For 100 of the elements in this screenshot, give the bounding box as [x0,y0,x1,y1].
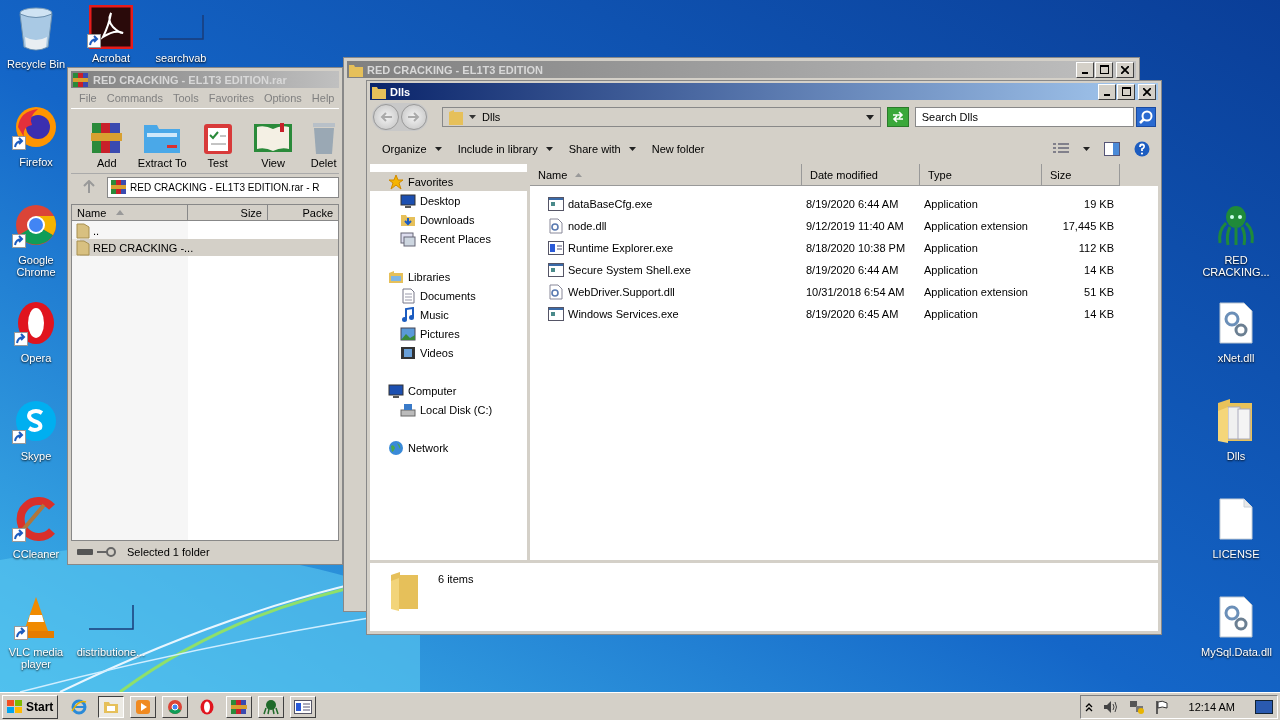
nav-item[interactable]: Local Disk (C:) [370,400,527,419]
chevron-up-icon[interactable] [1084,701,1093,712]
minimize-icon [1104,93,1110,96]
close-button[interactable] [1138,83,1156,100]
toolbar-button[interactable]: Include in library [449,139,561,159]
checklist-icon [202,121,233,155]
globe-icon [388,439,404,456]
desktop-icon-label[interactable]: RED CRACKING... [1201,254,1271,278]
file-name[interactable]: Runtime Explorer.exe [568,242,674,254]
clock[interactable]: 12:14 AM [1188,700,1235,713]
document-icon [400,287,416,304]
column-header[interactable]: Date modified [802,164,920,186]
file-name[interactable]: WebDriver.Support.dll [568,286,675,298]
monitor-icon [400,192,416,209]
left-arrow-icon [380,112,392,122]
address-field[interactable]: RED CRACKING - EL1T3 EDITION.rar - R [107,176,339,198]
show-desktop-icon[interactable] [1255,699,1273,714]
nav-item[interactable]: Documents [370,286,527,305]
search-button[interactable] [1136,107,1156,127]
status-text: Selected 1 folder [127,546,210,558]
key-icon [97,547,117,557]
book-icon [253,121,294,155]
blank-icon [87,604,135,630]
address-field[interactable]: Dlls [442,107,881,127]
view-options-icon[interactable] [1053,143,1069,155]
desktop-icon-label[interactable]: Opera [20,352,52,364]
column-header[interactable]: Type [920,164,1042,186]
toolbar-button[interactable]: Organize [374,139,450,159]
toolbar-button[interactable]: Test [189,121,246,169]
folder-icon [449,109,463,125]
toolbar-button[interactable]: Share with [560,139,644,159]
desktop-icon-label[interactable]: Recycle Bin [6,58,66,70]
file-name[interactable]: Secure System Shell.exe [568,264,691,276]
gear-file-icon [1219,596,1253,638]
taskbar-button[interactable] [98,695,125,718]
star-icon [388,173,404,190]
caret-icon[interactable] [1083,147,1090,151]
help-icon[interactable] [1134,141,1150,157]
skype-icon [14,399,58,443]
start-button[interactable]: Start [2,694,59,719]
desktop-icon-label[interactable]: Google Chrome [1,254,71,278]
maximize-icon [1099,65,1109,74]
recycle-bin-icon [18,7,54,51]
app-window-icon [548,240,564,256]
music-note-icon [400,306,416,323]
desktop-icon-label[interactable]: MySql.Data.dll [1201,646,1271,658]
window-title: RED CRACKING - EL1T3 EDITION [367,63,543,76]
folder-icon [76,239,90,256]
nav-item[interactable]: Downloads [370,210,527,229]
item-count: 6 items [438,573,474,585]
nav-item[interactable]: Favorites [370,172,527,191]
file-row[interactable]: RED CRACKING -... [72,239,338,256]
refresh-icon [890,111,905,123]
preview-pane-icon[interactable] [1104,142,1120,156]
toolbar-button[interactable]: Add [79,121,135,169]
nav-item[interactable]: Computer [370,381,527,400]
dropdown-arrow-icon[interactable] [865,114,874,120]
drive-icon [77,549,93,555]
play-icon [135,698,152,715]
nav-item[interactable]: Libraries [370,267,527,286]
column-header[interactable]: Size [1042,164,1120,186]
desktop-icon-label[interactable]: Firefox [19,156,53,168]
toolbar-button[interactable]: View [245,121,301,169]
toolbar-button[interactable]: Delet [300,121,339,169]
desktop-icon-label[interactable]: xNet.dll [1217,352,1255,364]
maximize-button[interactable] [1117,83,1135,100]
books-icon [230,698,249,715]
library-icon [388,268,404,285]
search-icon [1139,110,1154,124]
minimize-button[interactable] [1098,83,1116,100]
speaker-icon[interactable] [1102,699,1119,714]
desktop-icon-label[interactable]: Dlls [1226,450,1246,462]
size-cell: 51 KB [1084,286,1114,298]
flag-icon[interactable] [1154,699,1169,714]
nav-item[interactable]: Pictures [370,324,527,343]
desktop-icon-label[interactable]: searchvab [155,52,207,64]
nav-item[interactable]: Videos [370,343,527,362]
date-cell: 8/19/2020 6:44 AM [806,198,899,210]
refresh-button[interactable] [886,107,909,127]
file-name[interactable]: dataBaseCfg.exe [568,198,653,210]
network-icon[interactable] [1128,699,1145,714]
column-header[interactable]: Name [530,164,802,186]
file-row[interactable]: .. [72,222,338,239]
type-cell: Application extension [924,220,1028,232]
file-name[interactable]: Windows Services.exe [568,308,679,320]
nav-item[interactable]: Network [370,438,527,457]
maximize-icon [1121,87,1131,96]
toolbar-button[interactable]: New folder [643,139,713,159]
desktop-icon-label[interactable]: LICENSE [1212,548,1260,560]
file-name[interactable]: node.dll [568,220,607,232]
nav-item[interactable]: Recent Places [370,229,527,248]
date-cell: 8/18/2020 10:38 PM [806,242,906,254]
nav-item[interactable]: Music [370,305,527,324]
search-field[interactable]: Search Dlls [914,107,1135,127]
toolbar-button[interactable]: Extract To [134,121,190,169]
desktop-icon-label[interactable]: Acrobat [92,52,130,64]
app-window-icon [294,699,313,714]
nav-item[interactable]: Desktop [370,191,527,210]
type-cell: Application [924,308,978,320]
size-cell: 17,445 KB [1062,220,1114,232]
